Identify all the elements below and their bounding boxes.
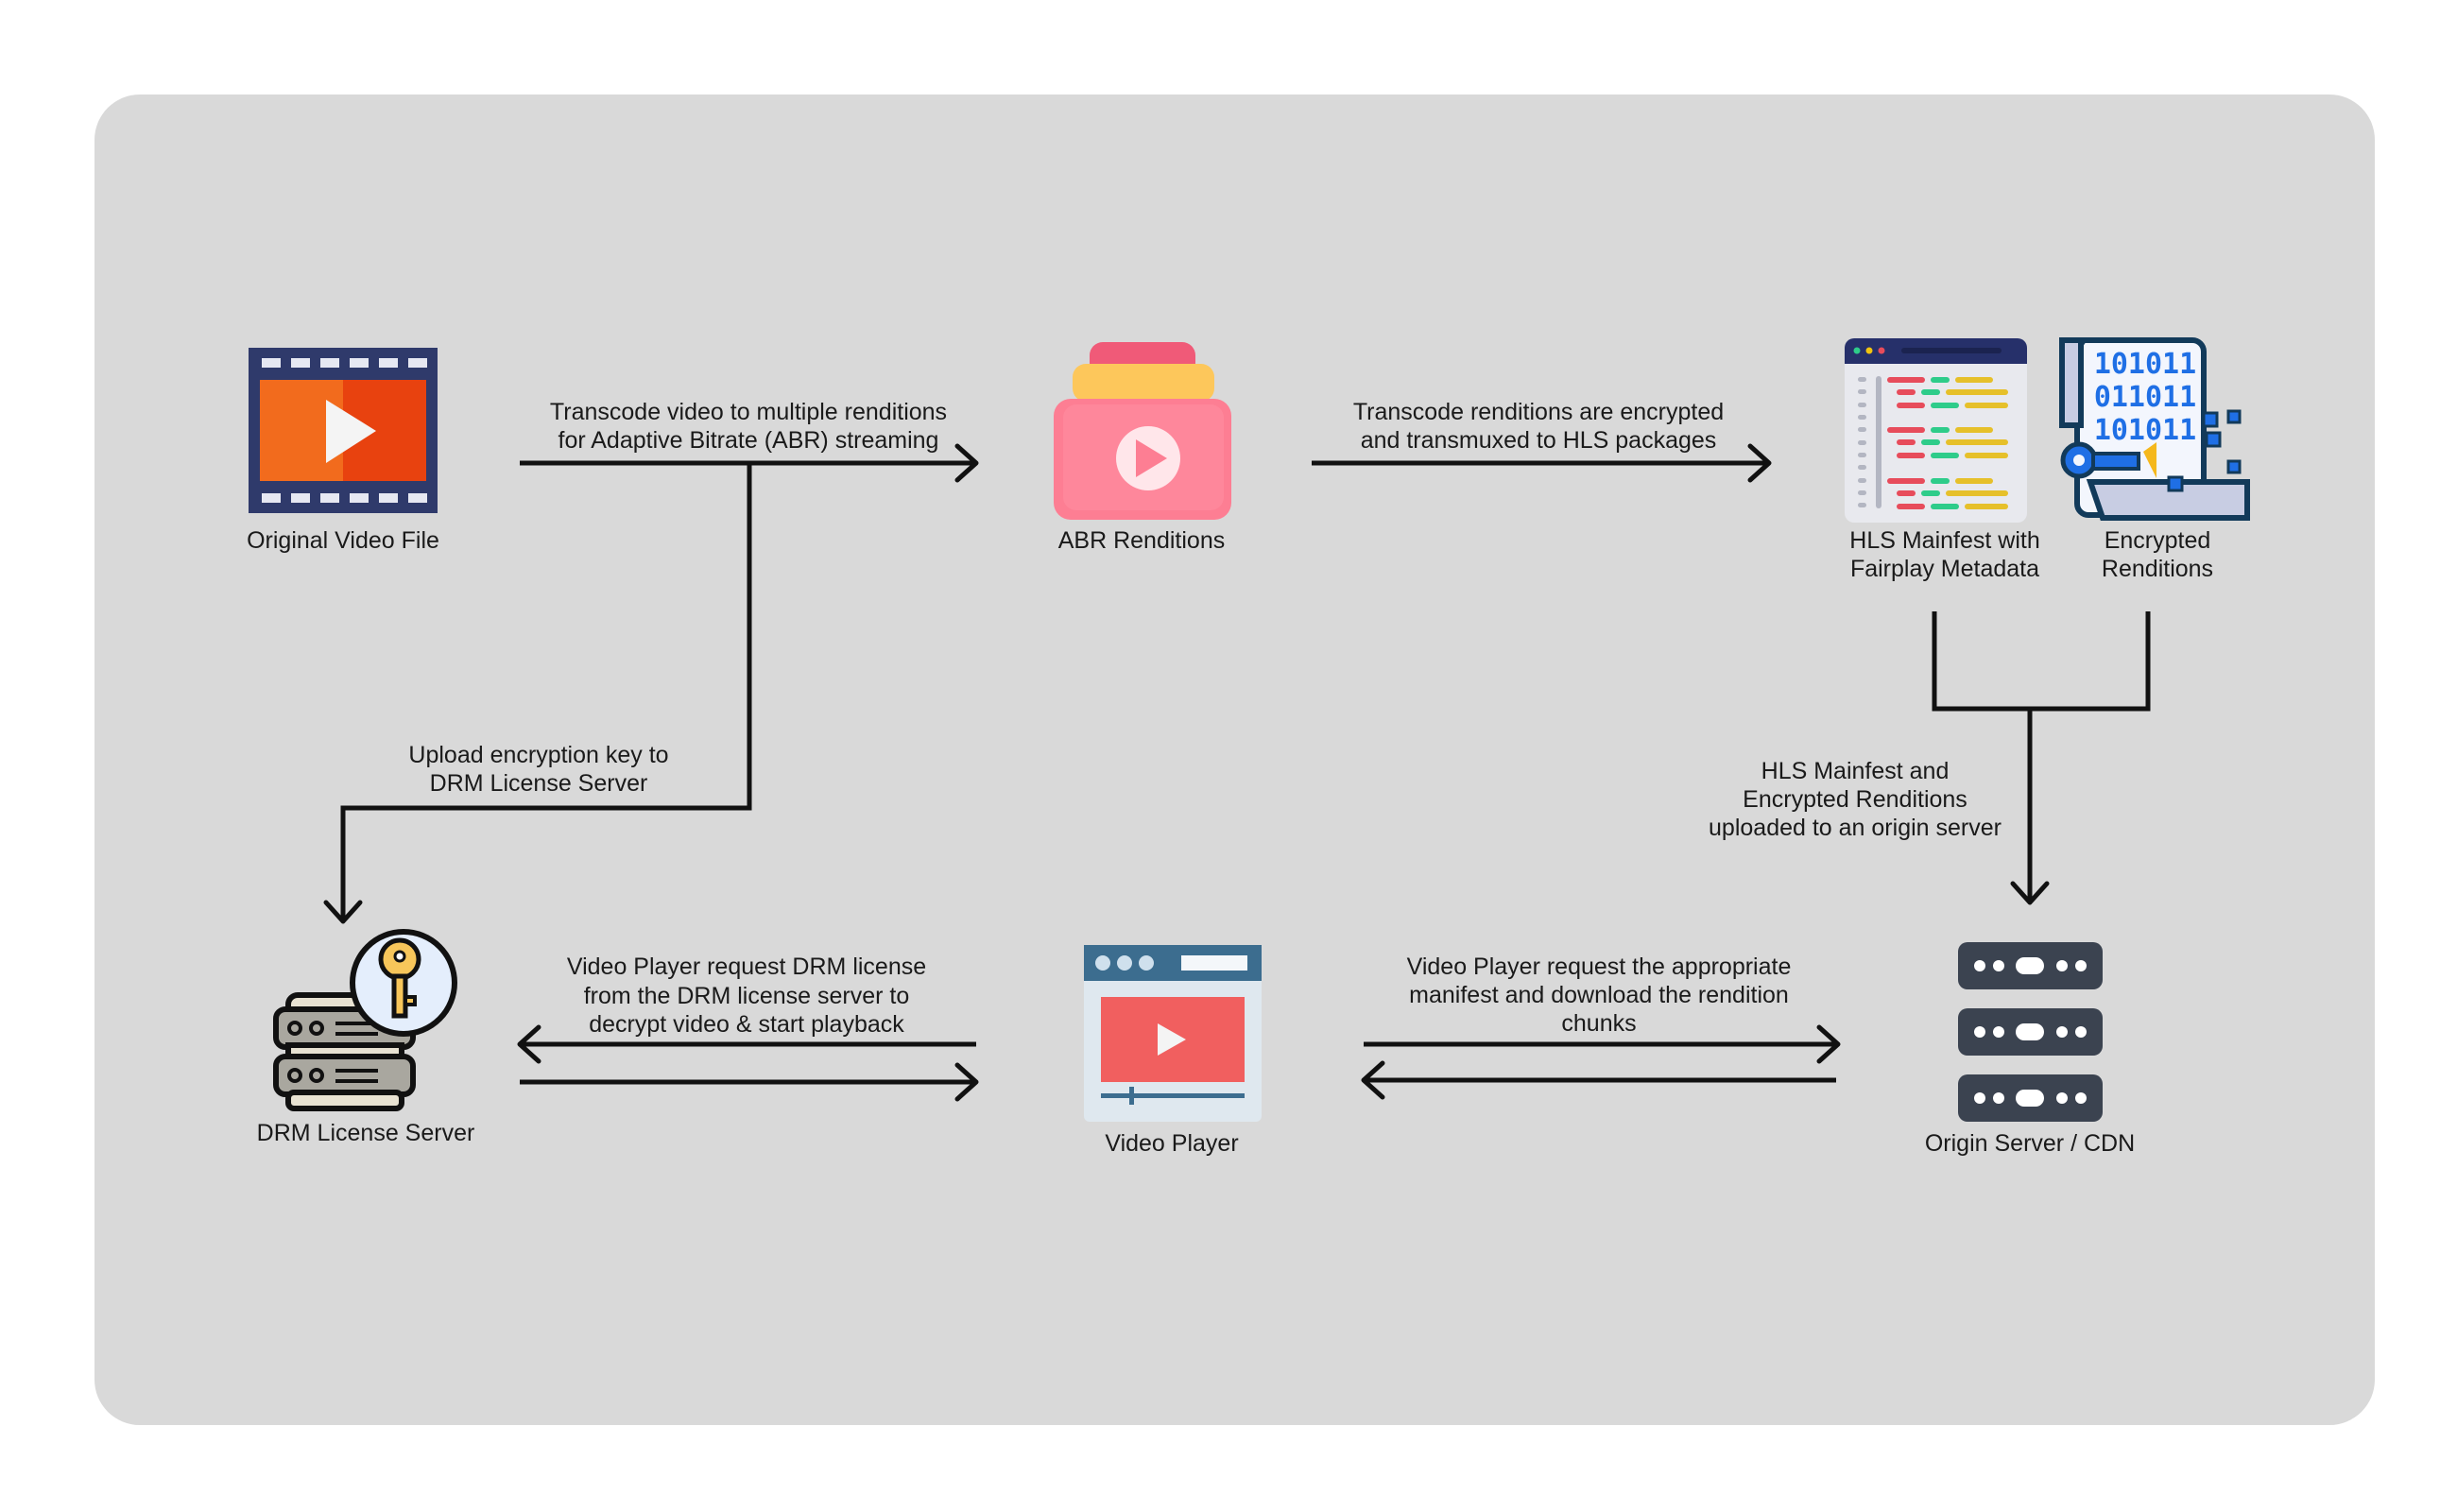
edge-label-upload-origin-line3: uploaded to an origin server	[1709, 815, 2002, 841]
node-label-drm-license-server: DRM License Server	[257, 1120, 475, 1146]
film-play-icon	[249, 348, 438, 513]
edge-label-encrypt-line1: Transcode renditions are encrypted	[1353, 399, 1724, 425]
binary-digits: 101011	[2094, 348, 2196, 381]
stacked-video-icon	[1054, 342, 1231, 520]
edge-label-transcode-line1: Transcode video to multiple renditions	[550, 399, 947, 425]
edge-label-license-line2: from the DRM license server to	[584, 983, 910, 1009]
node-label-encrypted-line1: Encrypted	[2105, 527, 2211, 554]
node-label-encrypted-line2: Renditions	[2102, 556, 2213, 582]
binary-digits: 011011	[2094, 381, 2196, 414]
node-label-hls-manifest-line2: Fairplay Metadata	[1850, 556, 2039, 582]
edge-label-manifest-line2: manifest and download the rendition	[1409, 982, 1789, 1008]
node-label-hls-manifest-line1: HLS Mainfest with	[1849, 527, 2039, 554]
edge-label-manifest-line3: chunks	[1561, 1010, 1636, 1037]
code-window-icon	[1845, 338, 2027, 523]
video-player-window-icon	[1084, 945, 1262, 1122]
edge-label-encrypt-line2: and transmuxed to HLS packages	[1361, 427, 1717, 454]
binary-digits: 101011	[2094, 414, 2196, 447]
edge-label-upload-key-line2: DRM License Server	[430, 770, 648, 797]
edge-label-upload-key-line1: Upload encryption key to	[408, 742, 668, 768]
edge-label-transcode-line2: for Adaptive Bitrate (ABR) streaming	[558, 427, 939, 454]
edge-label-license-line1: Video Player request DRM license	[567, 954, 926, 980]
node-label-original-video-file: Original Video File	[247, 527, 439, 554]
edge-label-manifest-line1: Video Player request the appropriate	[1407, 954, 1792, 980]
edge-label-license-line3: decrypt video & start playback	[589, 1011, 904, 1038]
drm-workflow-diagram: Original Video File ABR Renditions HLS M…	[94, 94, 2375, 1425]
node-label-origin-server: Origin Server / CDN	[1925, 1130, 2135, 1157]
edge-label-upload-origin-line2: Encrypted Renditions	[1743, 786, 1967, 813]
node-label-video-player: Video Player	[1105, 1130, 1238, 1157]
edge-label-upload-origin-line1: HLS Mainfest and	[1761, 758, 1950, 784]
node-label-abr-renditions: ABR Renditions	[1058, 527, 1225, 554]
server-stack-icon	[1958, 942, 2103, 1122]
